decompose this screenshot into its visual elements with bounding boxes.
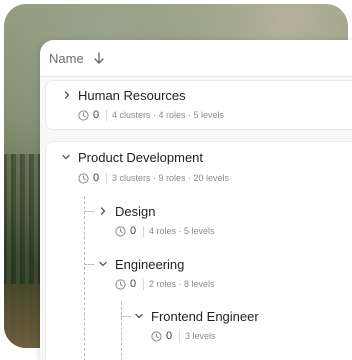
member-count: 0	[166, 330, 173, 342]
row-meta: 0 3 clusters · 9 roles · 20 levels	[78, 172, 298, 186]
divider	[106, 173, 107, 184]
divider	[179, 331, 180, 342]
row-name: Frontend Engineer	[151, 309, 259, 324]
tree-row-engineering[interactable]: Engineering 0 2 roles · 8 levels	[90, 253, 340, 299]
tree-row-product-development[interactable]: Product Development 0 3 clusters · 9 rol…	[45, 141, 345, 187]
row-meta: 0 3 levels	[151, 330, 331, 344]
tree-row-frontend-engineer[interactable]: Frontend Engineer 0 3 levels	[126, 305, 346, 351]
chevron-down-icon[interactable]	[134, 311, 144, 321]
tree-row-human-resources[interactable]: Human Resources 0 4 clusters · 4 roles ·…	[45, 80, 352, 130]
org-tree-panel: Name Human Resources 0 4 clusters · 4 ro…	[40, 40, 352, 360]
divider	[143, 279, 144, 290]
divider	[143, 226, 144, 237]
tree-row-design[interactable]: Design 0 4 roles · 5 levels	[90, 200, 340, 246]
row-detail: 3 levels	[185, 331, 216, 341]
chevron-down-icon[interactable]	[98, 259, 108, 269]
row-detail: 3 clusters · 9 roles · 20 levels	[112, 173, 230, 183]
chevron-right-icon[interactable]	[98, 206, 108, 216]
row-detail: 2 roles · 8 levels	[149, 279, 215, 289]
clock-icon	[115, 226, 126, 237]
row-name: Design	[115, 204, 156, 219]
member-count: 0	[93, 109, 100, 121]
chevron-right-icon[interactable]	[62, 90, 72, 100]
row-meta: 0 2 roles · 8 levels	[115, 278, 315, 292]
tree-connector	[84, 196, 85, 360]
row-name: Engineering	[115, 257, 185, 272]
chevron-down-icon[interactable]	[61, 152, 71, 162]
member-count: 0	[130, 225, 137, 237]
row-meta: 0 4 clusters · 4 roles · 5 levels	[78, 109, 278, 123]
row-detail: 4 roles · 5 levels	[149, 226, 215, 236]
clock-icon	[115, 279, 126, 290]
member-count: 0	[93, 172, 100, 184]
row-name: Human Resources	[78, 88, 186, 103]
divider	[106, 110, 107, 121]
tree-connector	[121, 302, 122, 360]
arrow-down-icon[interactable]	[92, 51, 106, 65]
member-count: 0	[130, 278, 137, 290]
row-name: Product Development	[78, 150, 204, 165]
clock-icon	[78, 173, 89, 184]
table-header: Name	[40, 40, 352, 77]
name-column-header[interactable]: Name	[49, 51, 84, 66]
clock-icon	[151, 331, 162, 342]
row-meta: 0 4 roles · 5 levels	[115, 225, 315, 239]
clock-icon	[78, 110, 89, 121]
row-detail: 4 clusters · 4 roles · 5 levels	[112, 110, 225, 120]
